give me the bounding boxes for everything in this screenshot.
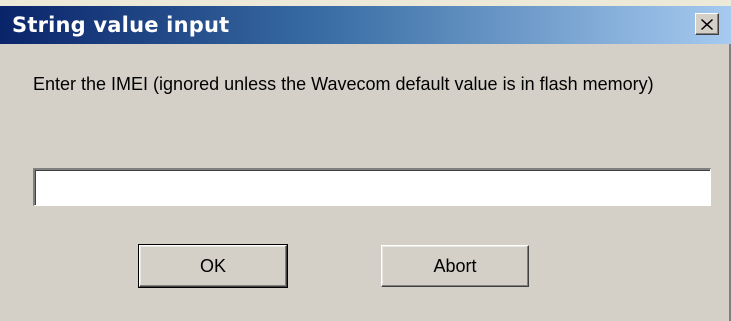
title-bar[interactable]: String value input <box>0 6 731 44</box>
string-value-input-dialog: String value input Enter the IMEI (ignor… <box>0 0 731 321</box>
prompt-label: Enter the IMEI (ignored unless the Wavec… <box>33 74 654 94</box>
dialog-title: String value input <box>12 13 230 37</box>
close-icon <box>701 18 713 30</box>
abort-button[interactable]: Abort <box>381 245 529 287</box>
imei-input[interactable] <box>33 168 711 206</box>
ok-button[interactable]: OK <box>138 244 288 288</box>
close-button[interactable] <box>695 13 719 35</box>
